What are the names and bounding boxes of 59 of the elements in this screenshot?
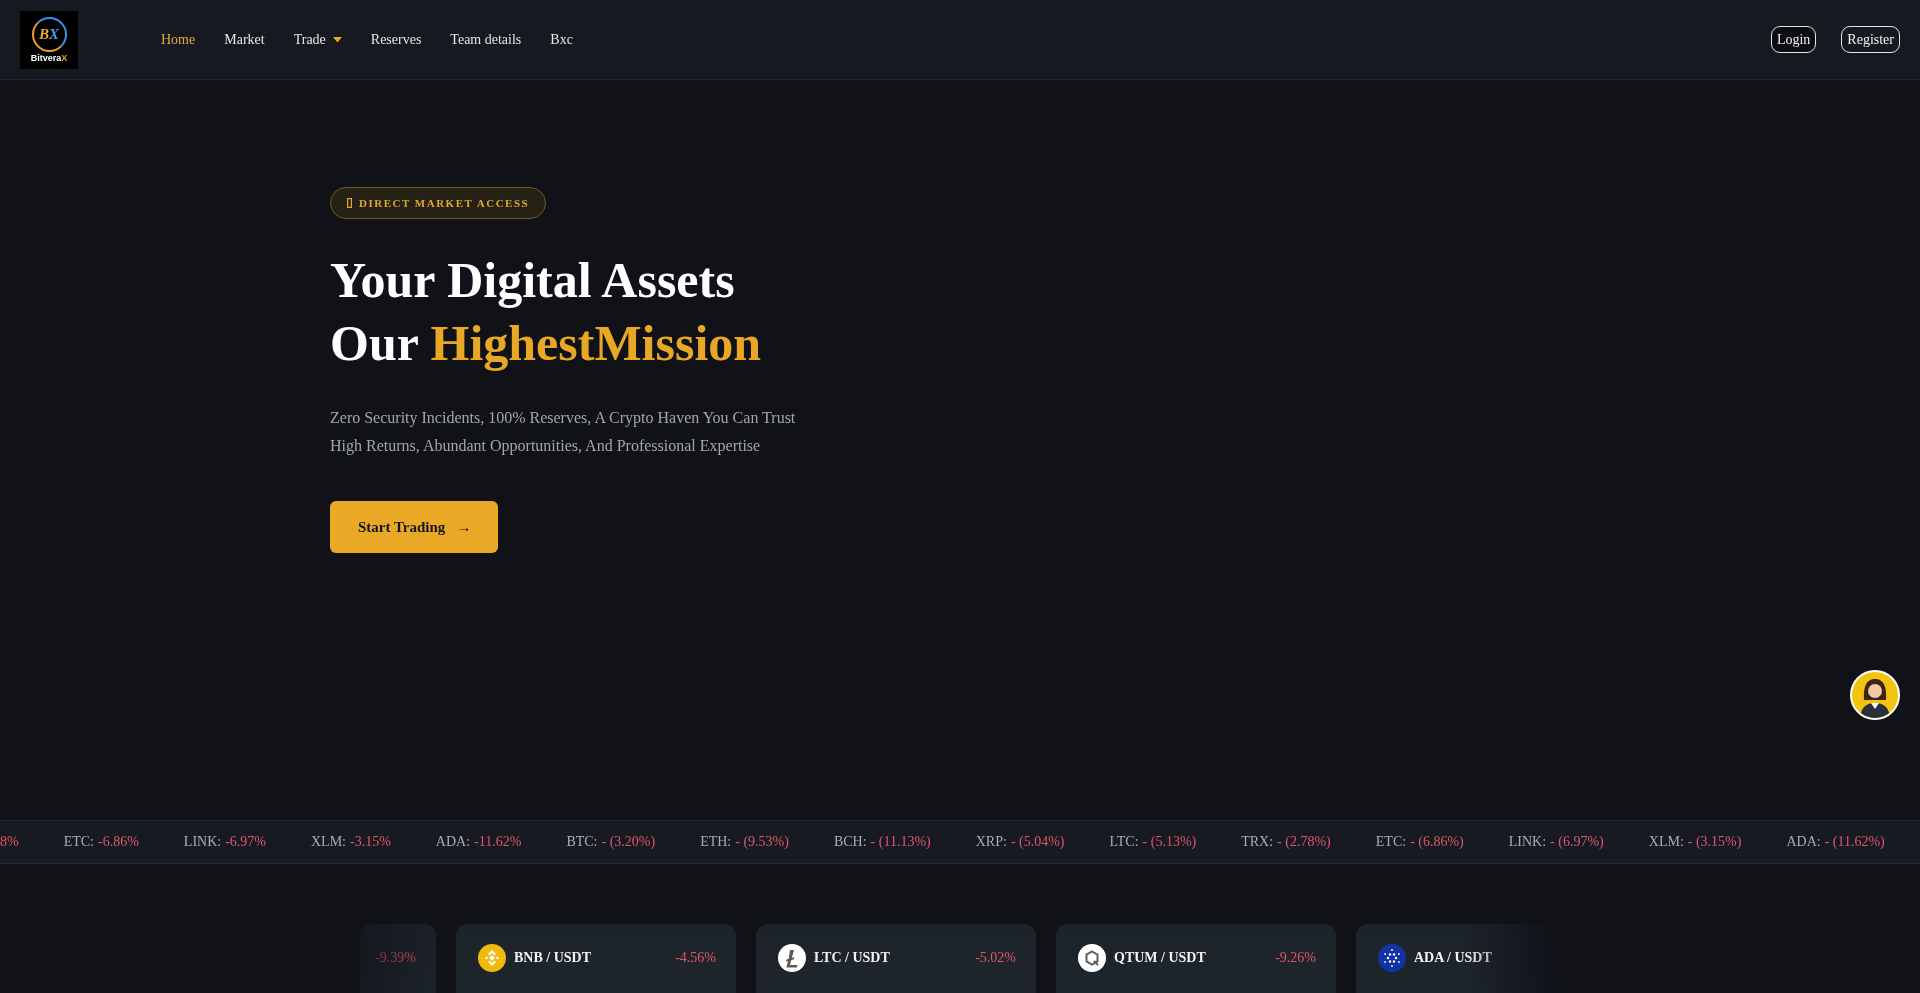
logo-emblem: BX <box>31 16 67 52</box>
ticker-symbol: BTC: <box>566 834 598 850</box>
nav-link[interactable]: Home <box>161 31 196 48</box>
ticker-change: - (5.04%) <box>1010 834 1065 850</box>
logo[interactable]: BX BitveraX <box>20 10 78 69</box>
register-button[interactable]: Register <box>1841 26 1900 53</box>
ticker-change: -6.86% <box>98 834 139 850</box>
ticker-symbol: ETH: <box>700 834 732 850</box>
ticker-symbol: ADA: <box>435 834 471 850</box>
market-change: -4.56% <box>675 949 716 967</box>
ticker-symbol: ADA: <box>1786 834 1821 850</box>
ticker-change: - (3.15%) <box>1687 834 1742 850</box>
ticker-symbol: BCH: <box>833 834 867 850</box>
ticker-symbol: ETC: <box>1375 834 1407 850</box>
ticker-change: -3.15% <box>350 834 391 850</box>
ticker-symbol: TRX: <box>1241 834 1274 850</box>
market-change: -5.02% <box>975 949 1016 967</box>
ticker-change: - (6.86%) <box>1410 834 1464 850</box>
market-pair: ADA / USDT <box>1414 949 1492 967</box>
ticker-change: - (11.62%) <box>1824 834 1885 850</box>
ticker-change: - (3.20%) <box>601 834 656 850</box>
nav-link[interactable]: Team details <box>450 31 522 48</box>
ticker-change: - (5.13%) <box>1142 834 1197 850</box>
ticker-change: - (6.97%) <box>1550 834 1604 850</box>
ticker-change: - (9.53%) <box>735 834 789 850</box>
login-button[interactable]: Login <box>1770 26 1817 53</box>
market-card[interactable]: LTC / USDT -5.02% <box>756 924 1036 993</box>
ticker-symbol: LINK: <box>183 834 222 850</box>
nav-link[interactable]: Trade <box>293 31 342 48</box>
ticker-change: -6.97% <box>225 834 266 850</box>
nav-link[interactable]: Bxc <box>550 31 573 48</box>
caret-icon <box>332 36 342 43</box>
ticker-symbol: XRP: <box>975 834 1007 850</box>
avatar-icon[interactable] <box>1850 670 1900 720</box>
market-card[interactable]: BNB / USDT -4.56% <box>456 924 736 993</box>
market-change: -9.39% <box>375 949 416 967</box>
ticker-change: - (2.78%) <box>1277 834 1331 850</box>
hero-title: Your Digital Assets Our HighestMission <box>330 251 762 373</box>
ticker-change: -11.62% <box>474 834 522 850</box>
ticker-symbol: LTC: <box>1109 834 1139 850</box>
hero-text: High Returns, Abundant Opportunities, And Professional Expertise <box>330 436 762 457</box>
market-pair: LTC / USDT <box>814 949 890 967</box>
market-change: -9.26% <box>1275 949 1316 967</box>
logo-wordmark: BitveraX <box>30 53 68 63</box>
ticker-symbol: XLM: <box>1648 834 1684 850</box>
market-pair: BNB / USDT <box>514 949 592 967</box>
badge-label: DIRECT MARKET ACCESS <box>359 197 530 209</box>
market-pair: QTUM / USDT <box>1114 949 1206 967</box>
ticker-change: 8% <box>0 834 19 850</box>
market-card[interactable]: QTUM / USDT -9.26% <box>1056 924 1336 993</box>
nav-link[interactable]: Reserves <box>370 31 422 48</box>
ticker-symbol: ETC: <box>63 834 94 850</box>
hero-text: Zero Security Incidents, 100% Reserves, A Crypto Haven You Can Trust <box>330 408 796 429</box>
glyph-box-icon <box>347 198 352 208</box>
nav-link[interactable]: Market <box>224 31 265 48</box>
start-trading-button[interactable]: Start Trading → <box>330 501 499 553</box>
ticker-symbol: LINK: <box>1508 834 1547 850</box>
ticker-change: - (11.13%) <box>870 834 931 850</box>
ticker-symbol: XLM: <box>311 834 346 850</box>
